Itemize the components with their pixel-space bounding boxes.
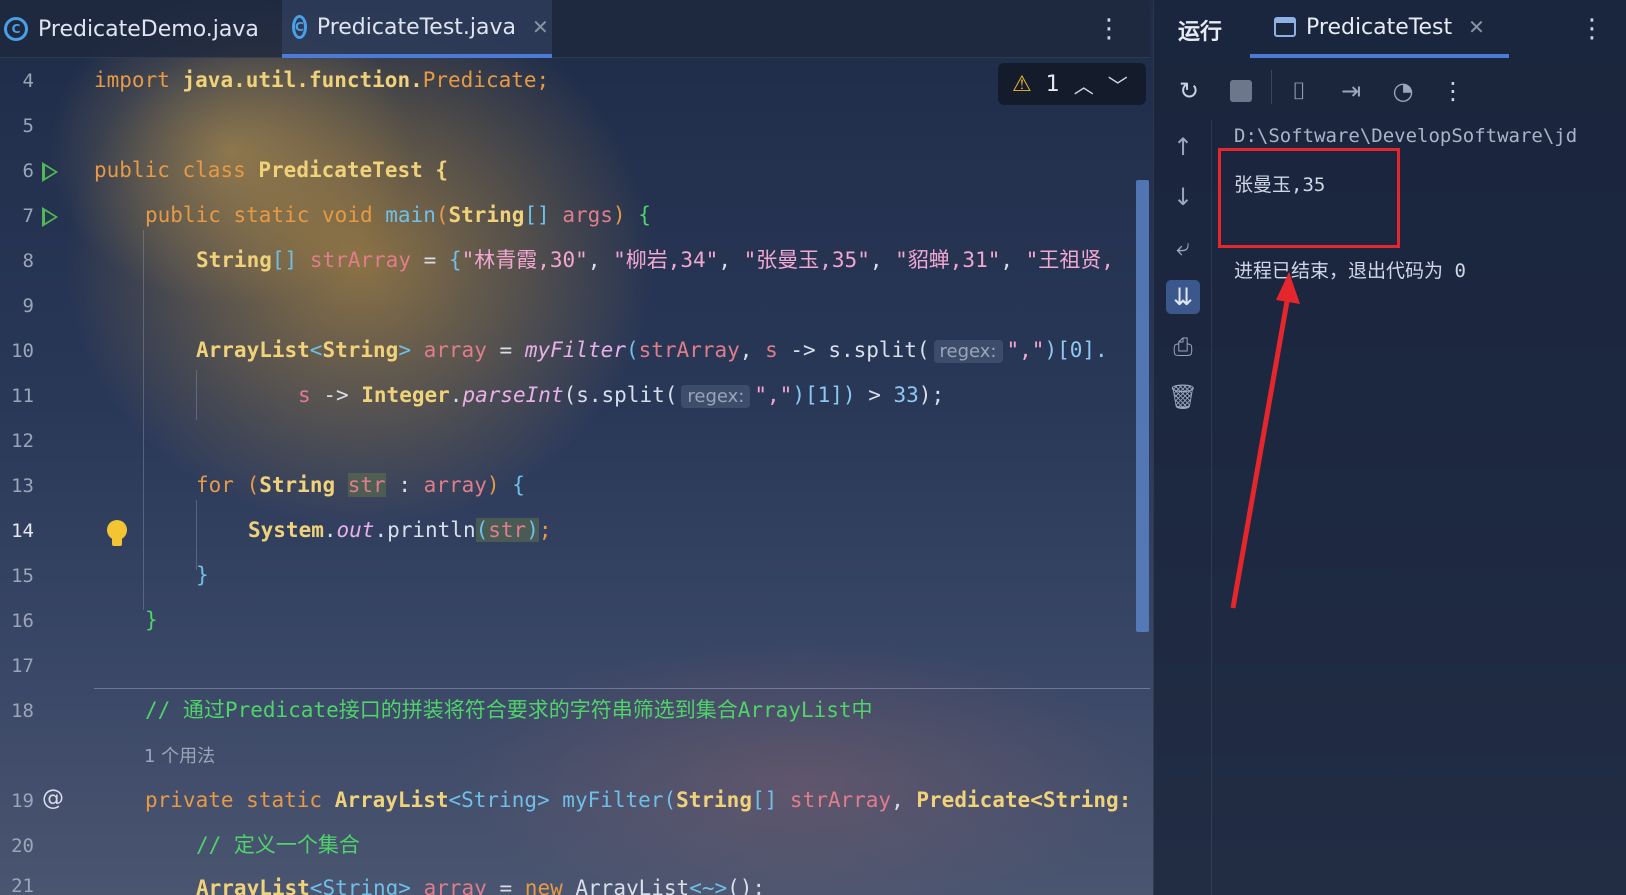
code-line-18[interactable]: // 通过Predicate接口的拼装将符合要求的字符串筛选到集合ArrayLi… bbox=[145, 688, 873, 733]
line-number: 4 bbox=[22, 70, 34, 92]
inspection-widget[interactable]: ⚠ 1 ︿ ﹀ bbox=[998, 63, 1146, 105]
line-number: 13 bbox=[11, 475, 34, 497]
console-exit-line: 进程已结束，退出代码为 0 bbox=[1234, 260, 1466, 282]
line-number: 19 bbox=[11, 790, 34, 812]
usage-hint[interactable]: 1 个用法 bbox=[144, 742, 215, 768]
line-number: 17 bbox=[11, 655, 34, 677]
lightbulb-icon[interactable] bbox=[106, 520, 128, 548]
editor-tab-bar: C PredicateDemo.java C PredicateTest.jav… bbox=[0, 0, 1150, 58]
code-line-21[interactable]: ArrayList<String> array = new ArrayList<… bbox=[196, 866, 765, 895]
tab-predicatedemo[interactable]: C PredicateDemo.java bbox=[0, 0, 271, 58]
console-side-toolbar: ↑ ↓ ⤶ ⇊ ⎙ 🗑 bbox=[1154, 120, 1212, 895]
code-line-7[interactable]: public static void main(String[] args) { bbox=[145, 193, 651, 238]
line-number: 6 bbox=[22, 160, 34, 182]
indent-guide bbox=[196, 370, 197, 420]
run-tool-window: 运行 PredicateTest ✕ ⋮ ↻ ⌷ ⇥ ◔ ⋮ ↑ ↓ ⤶ ⇊ ⎙… bbox=[1153, 0, 1626, 895]
exit-icon[interactable]: ⇥ bbox=[1336, 76, 1366, 106]
code-line-19[interactable]: private static ArrayList<String> myFilte… bbox=[145, 778, 1131, 823]
editor-scrollbar[interactable] bbox=[1136, 180, 1149, 632]
print-icon[interactable]: ⎙ bbox=[1166, 330, 1200, 364]
more-options-icon[interactable]: ⋮ bbox=[1579, 14, 1605, 44]
param-hint: regex: bbox=[681, 385, 751, 408]
line-number: 20 bbox=[11, 835, 34, 857]
line-number: 18 bbox=[11, 700, 34, 722]
line-number: 21 bbox=[11, 875, 34, 895]
run-toolbar: ↻ ⌷ ⇥ ◔ ⋮ bbox=[1154, 68, 1626, 114]
code-line-13[interactable]: for (String str : array) { bbox=[196, 463, 525, 508]
tab-label: PredicateTest.java bbox=[316, 14, 517, 40]
code-line-4[interactable]: import java.util.function.Predicate; bbox=[94, 58, 549, 103]
arrow-up-icon[interactable]: ↑ bbox=[1166, 130, 1200, 164]
line-number: 9 bbox=[22, 295, 34, 317]
console-icon bbox=[1274, 17, 1296, 37]
indent-guide bbox=[143, 230, 144, 610]
code-line-11[interactable]: s -> Integer.parseInt(s.split(regex: ",")… bbox=[298, 373, 944, 418]
more-options-icon[interactable]: ⋮ bbox=[1096, 14, 1122, 44]
code-editor[interactable]: C PredicateDemo.java C PredicateTest.jav… bbox=[0, 0, 1150, 895]
chevron-down-icon[interactable]: ﹀ bbox=[1108, 70, 1128, 99]
line-number: 12 bbox=[11, 430, 34, 452]
run-panel-title[interactable]: 运行 bbox=[1178, 14, 1222, 46]
line-number: 5 bbox=[22, 115, 34, 137]
code-line-14[interactable]: System.out.println(str); bbox=[248, 508, 552, 553]
run-header: 运行 PredicateTest ✕ ⋮ bbox=[1154, 0, 1626, 58]
override-at-icon[interactable]: @ bbox=[42, 786, 64, 811]
line-number: 7 bbox=[22, 205, 34, 227]
soft-wrap-icon[interactable]: ⤶ bbox=[1166, 230, 1200, 264]
code-line-20[interactable]: // 定义一个集合 bbox=[196, 823, 360, 868]
line-number: 15 bbox=[11, 565, 34, 587]
line-number-current: 14 bbox=[11, 520, 34, 542]
param-hint: regex: bbox=[933, 340, 1003, 363]
warning-count: 1 bbox=[1045, 71, 1060, 97]
profiler-gauge-icon[interactable]: ◔ bbox=[1388, 76, 1418, 106]
line-number: 10 bbox=[11, 340, 34, 362]
java-class-icon: C bbox=[4, 17, 28, 41]
highlight-box bbox=[1218, 148, 1400, 248]
warning-icon: ⚠ bbox=[1012, 71, 1032, 97]
console-path-line: D:\Software\DevelopSoftware\jd bbox=[1234, 125, 1578, 147]
run-tab-label: PredicateTest bbox=[1306, 14, 1453, 40]
scroll-to-end-icon[interactable]: ⇊ bbox=[1166, 280, 1200, 314]
code-line-15[interactable]: } bbox=[196, 553, 209, 598]
close-tab-icon[interactable]: ✕ bbox=[532, 15, 549, 39]
code-line-16[interactable]: } bbox=[145, 598, 158, 643]
more-actions-icon[interactable]: ⋮ bbox=[1438, 76, 1468, 106]
stop-icon[interactable] bbox=[1226, 76, 1256, 106]
code-line-6[interactable]: public class PredicateTest { bbox=[94, 148, 448, 193]
tab-predicatetest[interactable]: C PredicateTest.java ✕ bbox=[282, 0, 552, 58]
camera-icon[interactable]: ⌷ bbox=[1284, 76, 1314, 106]
line-number: 11 bbox=[11, 385, 34, 407]
run-class-icon[interactable] bbox=[42, 162, 58, 182]
line-number: 16 bbox=[11, 610, 34, 632]
arrow-down-icon[interactable]: ↓ bbox=[1166, 180, 1200, 214]
chevron-up-icon[interactable]: ︿ bbox=[1074, 70, 1094, 99]
toolbar-separator bbox=[1271, 70, 1272, 104]
trash-icon[interactable]: 🗑 bbox=[1166, 380, 1200, 414]
close-run-tab-icon[interactable]: ✕ bbox=[1468, 15, 1485, 39]
run-config-tab[interactable]: PredicateTest ✕ bbox=[1250, 0, 1509, 58]
code-line-8[interactable]: String[] strArray = {"林青霞,30", "柳岩,34", … bbox=[196, 238, 1114, 283]
run-main-icon[interactable] bbox=[42, 207, 58, 227]
code-line-10[interactable]: ArrayList<String> array = myFilter(strAr… bbox=[196, 328, 1108, 373]
java-class-icon: C bbox=[292, 15, 307, 39]
tab-label: PredicateDemo.java bbox=[38, 16, 259, 42]
rerun-icon[interactable]: ↻ bbox=[1174, 76, 1204, 106]
line-number: 8 bbox=[22, 250, 34, 272]
